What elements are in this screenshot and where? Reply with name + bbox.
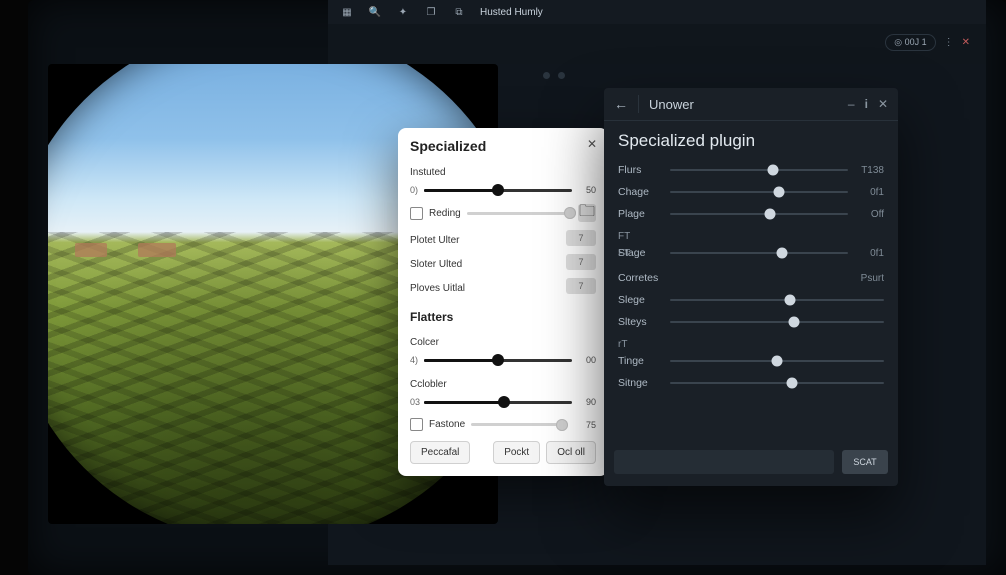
dialog-title: Specialized — [410, 138, 596, 154]
reding-checkbox[interactable] — [410, 207, 423, 220]
panel-slider-row[interactable]: Chage 0f1 — [604, 181, 898, 203]
colcer-label: Colcer — [410, 337, 439, 348]
field-value[interactable]: 7 — [566, 254, 596, 270]
flatters-heading: Flatters — [410, 310, 453, 324]
specialized-dialog: ✕ Specialized Instuted 0) 50 Reding 🗀 Pl… — [398, 128, 608, 476]
plugin-panel: ← Unower – i ✕ Specialized plugin Flurs T… — [604, 88, 898, 486]
peccafal-button[interactable]: Peccafal — [410, 441, 470, 464]
panel-slider-row[interactable]: Slege — [604, 289, 898, 311]
slider-value: 0f1 — [856, 187, 884, 198]
minimize-icon[interactable]: – — [848, 97, 855, 111]
slider-label: Plage — [618, 208, 662, 220]
slider-label: Slteys — [618, 316, 662, 328]
field-value[interactable]: 7 — [566, 230, 596, 246]
copy-icon[interactable]: ⧉ — [452, 5, 466, 19]
slider-label: Flurs — [618, 164, 662, 176]
status-pill[interactable]: ◎ 00J 1 — [885, 34, 935, 51]
pockt-button[interactable]: Pockt — [493, 441, 540, 464]
slider-value: T138 — [856, 165, 884, 176]
slider-value: Off — [856, 209, 884, 220]
close-icon[interactable]: ✕ — [584, 136, 600, 152]
panel-slider-row[interactable]: Sitnge — [604, 372, 898, 394]
field-value[interactable]: 7 — [566, 278, 596, 294]
window-close-icon[interactable]: ✕ — [962, 37, 970, 48]
preview-building — [75, 243, 107, 257]
info-icon[interactable]: i — [865, 97, 868, 111]
panel-text-input[interactable] — [614, 450, 834, 474]
slider-label: Tinge — [618, 355, 662, 367]
corretes-heading: Corretes — [618, 272, 658, 284]
close-icon[interactable]: ✕ — [878, 97, 888, 111]
app-subbar: ◎ 00J 1 ⋮ ✕ — [328, 24, 986, 65]
reding-label: Reding — [429, 208, 461, 219]
corretes-hint: Psurt — [861, 273, 884, 284]
app-toolbar: ▦ 🔍 ✦ ❐ ⧉ Husted Humly — [328, 0, 986, 24]
search-icon[interactable]: 🔍 — [368, 5, 382, 19]
wand-icon[interactable]: ✦ — [396, 5, 410, 19]
panel-slider-row[interactable]: Plage Off — [604, 203, 898, 225]
layers-icon[interactable]: ❐ — [424, 5, 438, 19]
preview-building — [138, 243, 176, 257]
cclobler-slider[interactable]: 03 90 — [410, 394, 596, 410]
field-label: Sloter Ulted — [410, 259, 462, 270]
instuted-slider[interactable]: 0) 50 — [410, 182, 596, 198]
app-title: Husted Humly — [480, 7, 543, 18]
menu-icon[interactable]: ⋮ — [944, 37, 954, 48]
fastone-checkbox[interactable] — [410, 418, 423, 431]
panel-breadcrumb: Unower — [649, 97, 694, 112]
cclobler-label: Cclobler — [410, 379, 447, 390]
ocloll-button[interactable]: Ocl oll — [546, 441, 596, 464]
field-label: Plotet Ulter — [410, 235, 459, 246]
slider-label: Sitnge — [618, 377, 662, 389]
slider-value: 0f1 — [856, 248, 884, 259]
back-icon[interactable]: ← — [614, 96, 628, 112]
panel-slider-row[interactable]: Slteys — [604, 311, 898, 333]
slider-label: Slege — [618, 294, 662, 306]
panel-slider-row[interactable]: Tinge — [604, 350, 898, 372]
grid-icon[interactable]: ▦ — [340, 5, 354, 19]
reding-lock-icon[interactable]: 🗀 — [578, 204, 596, 222]
field-label: Ploves Uitlal — [410, 283, 465, 294]
fastone-label: Fastone — [429, 419, 465, 430]
panel-slider-row[interactable]: Flurs T138 — [604, 159, 898, 181]
slider-label: Chage — [618, 186, 662, 198]
preview-pager[interactable] — [543, 72, 565, 79]
instuted-label: Instuted — [410, 167, 446, 178]
panel-title: Specialized plugin — [618, 131, 884, 151]
colcer-slider[interactable]: 4) 00 — [410, 352, 596, 368]
scat-button[interactable]: SCAT — [842, 450, 888, 474]
